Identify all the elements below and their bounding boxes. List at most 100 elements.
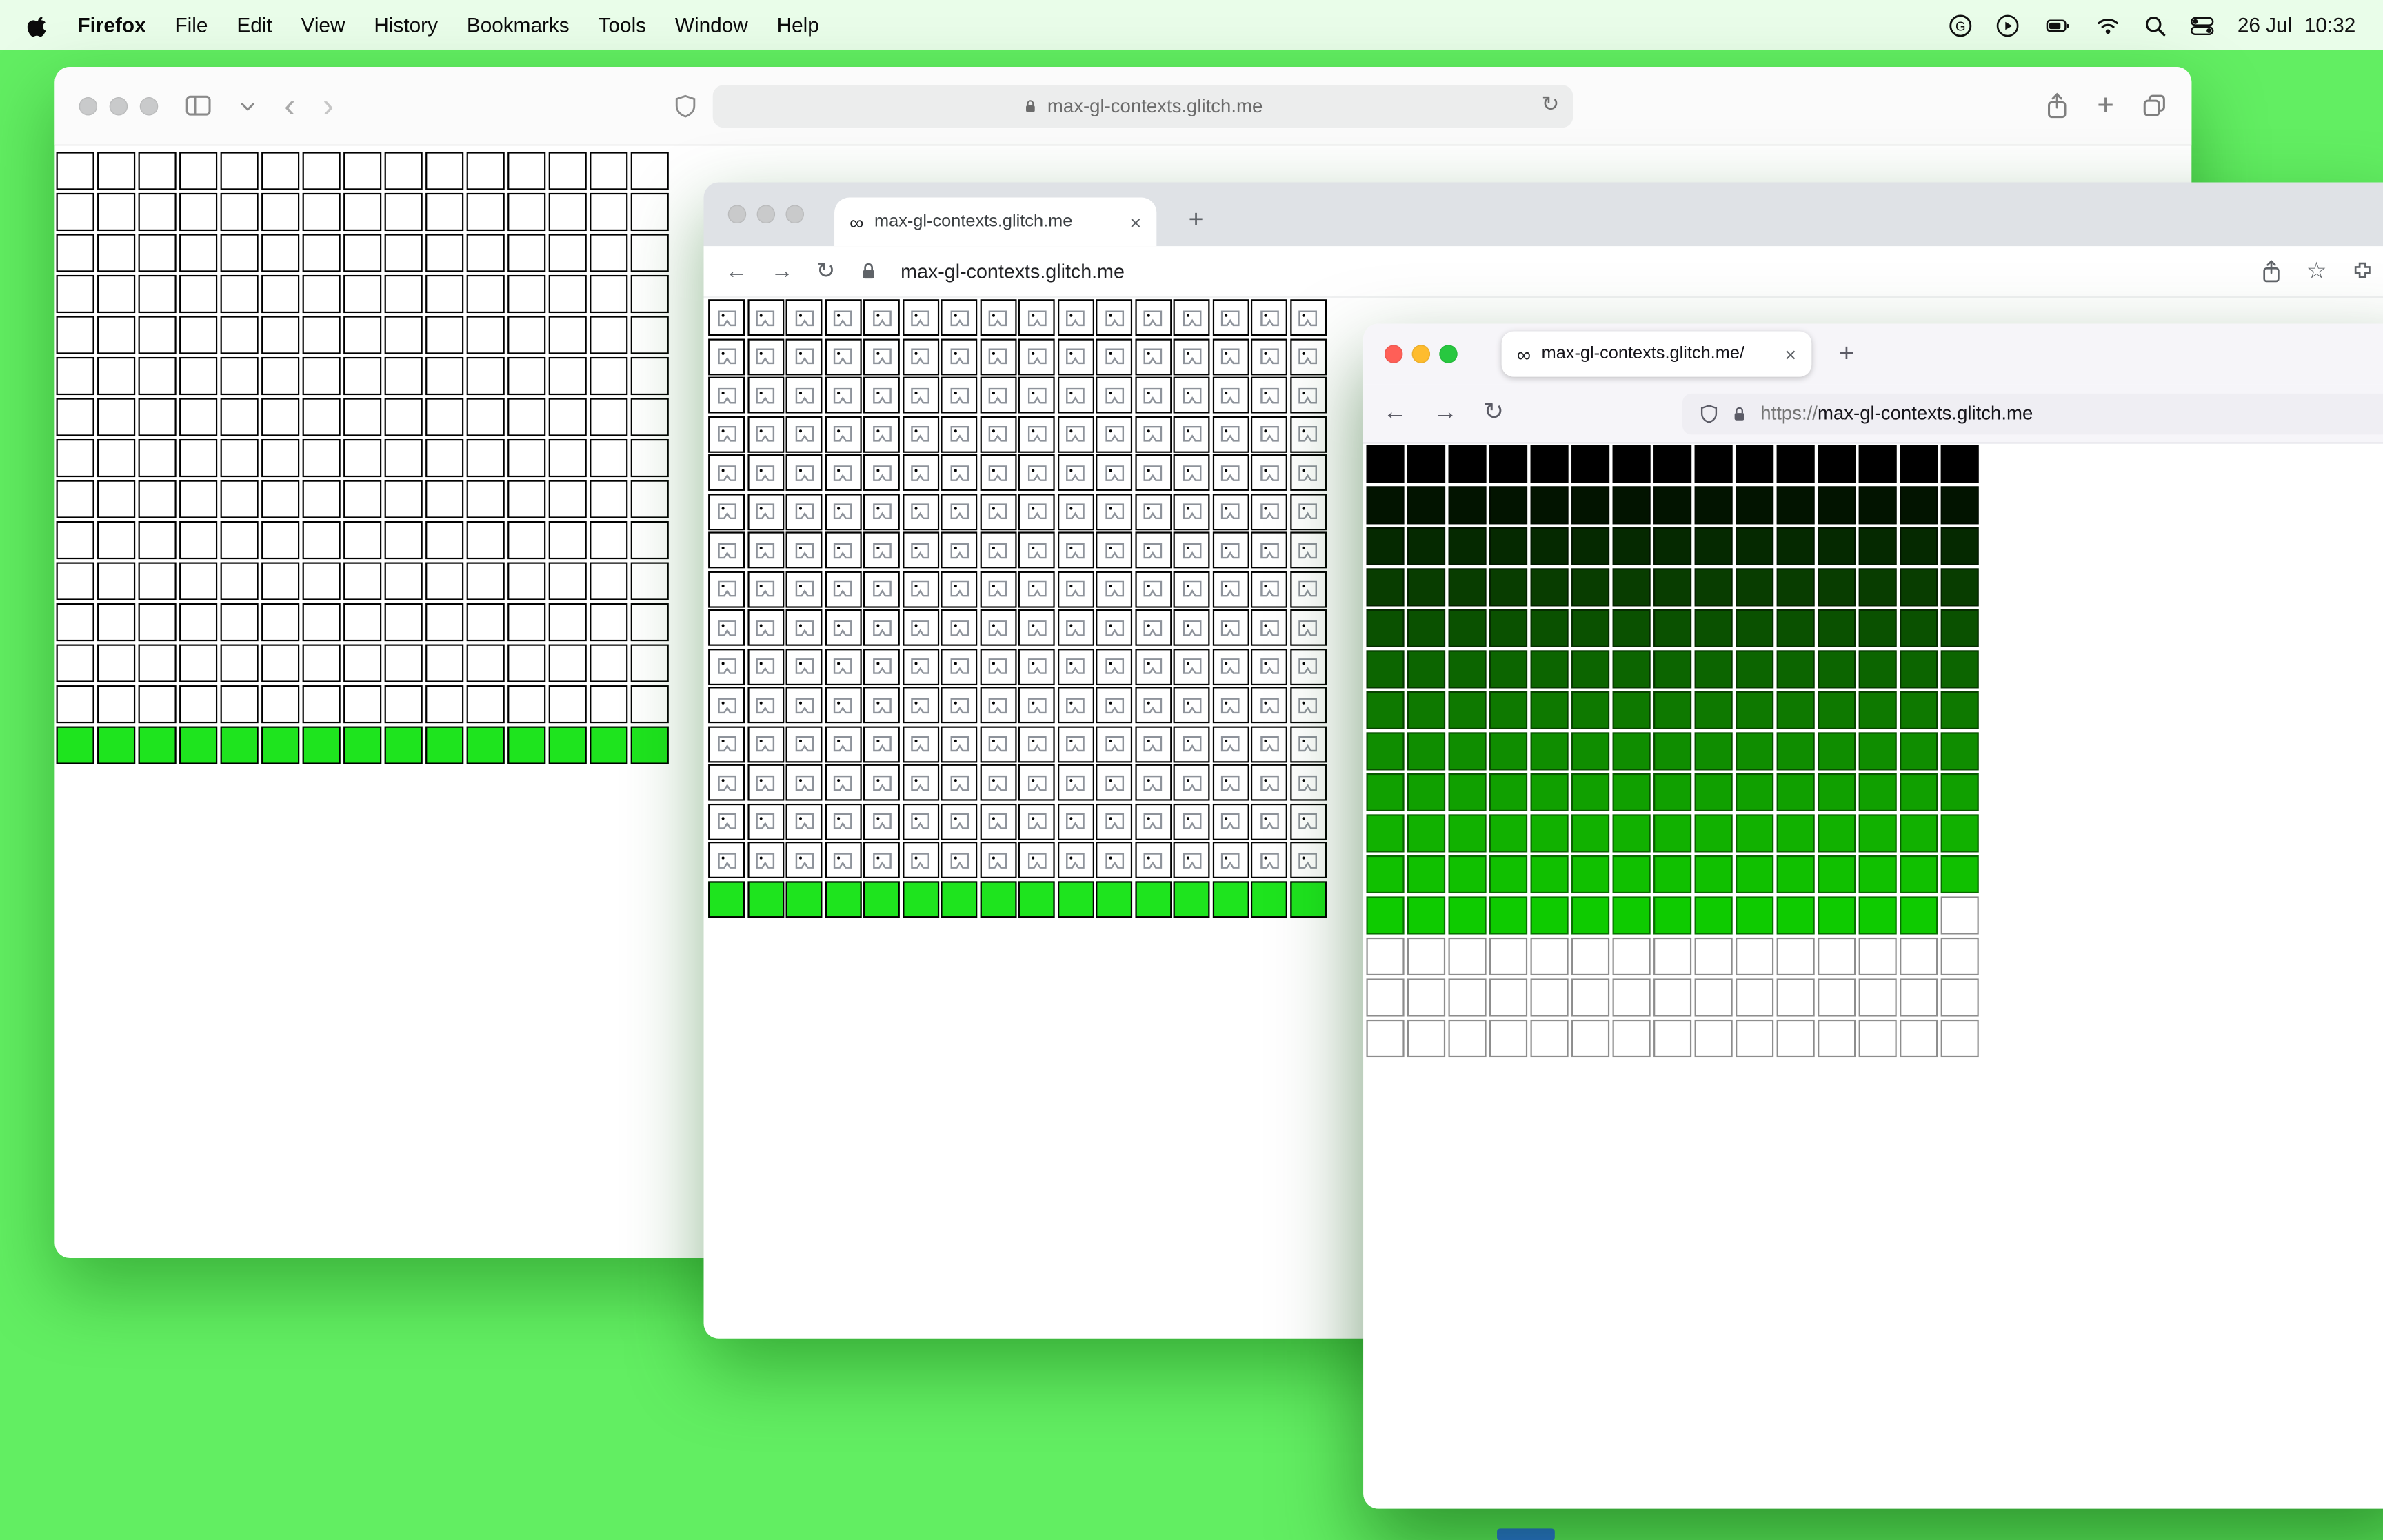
menubar-clock[interactable]: 26 Jul 10:32 <box>2238 14 2356 37</box>
menu-history[interactable]: History <box>374 14 438 37</box>
back-button[interactable]: ‹ <box>284 88 295 122</box>
reload-button[interactable]: ↻ <box>1483 401 1504 425</box>
g-circle-icon[interactable] <box>1949 13 1973 37</box>
battery-icon[interactable] <box>2043 13 2073 37</box>
menu-view[interactable]: View <box>301 14 345 37</box>
menu-app-firefox[interactable]: Firefox <box>77 14 145 37</box>
broken-image-icon <box>949 774 969 791</box>
menu-window[interactable]: Window <box>675 14 748 37</box>
broken-image-icon <box>872 658 892 674</box>
grid-cell <box>1134 764 1172 801</box>
new-tab-button[interactable]: + <box>2097 91 2113 120</box>
broken-image-icon <box>1182 697 1202 713</box>
zoom-window-button[interactable] <box>139 96 159 115</box>
zoom-window-button[interactable] <box>785 205 804 224</box>
broken-image-icon <box>1182 813 1202 829</box>
grid-cell <box>1612 445 1651 483</box>
grid-cell <box>902 687 939 724</box>
privacy-shield-icon[interactable] <box>673 94 697 118</box>
close-window-button[interactable] <box>79 96 98 115</box>
control-center-icon[interactable] <box>2190 13 2214 37</box>
grid-cell <box>590 644 628 682</box>
lock-icon[interactable] <box>1731 405 1748 421</box>
grid-cell <box>747 609 784 646</box>
close-window-button[interactable] <box>727 205 747 224</box>
address-bar[interactable]: max-gl-contexts.glitch.me <box>901 260 1125 283</box>
reload-button[interactable]: ↻ <box>816 260 836 283</box>
address-bar[interactable]: max-gl-contexts.glitch.me ↻ <box>712 84 1573 128</box>
sidebar-toggle-icon[interactable] <box>185 92 211 118</box>
tab-max-gl-contexts[interactable]: ∞ max-gl-contexts.glitch.me × <box>834 197 1157 247</box>
menu-bookmarks[interactable]: Bookmarks <box>467 14 570 37</box>
grid-cell <box>425 398 464 436</box>
grid-cell <box>548 234 587 272</box>
tracking-shield-icon[interactable] <box>1700 403 1720 423</box>
grid-cell <box>1489 732 1528 771</box>
forward-button[interactable]: › <box>323 88 334 122</box>
new-tab-button[interactable]: + <box>1178 202 1214 239</box>
menu-edit[interactable]: Edit <box>237 14 272 37</box>
wifi-icon[interactable] <box>2096 13 2120 37</box>
zoom-window-button[interactable] <box>1439 345 1458 363</box>
back-button[interactable]: ← <box>725 260 747 283</box>
lock-icon[interactable] <box>858 261 878 281</box>
broken-image-icon <box>1027 580 1047 597</box>
share-icon[interactable] <box>2044 92 2069 118</box>
grid-cell <box>220 521 259 560</box>
traffic-lights[interactable] <box>1384 345 1458 363</box>
menu-help[interactable]: Help <box>777 14 819 37</box>
broken-image-icon <box>1182 348 1202 365</box>
grid-cell <box>1653 609 1692 647</box>
tab-overview-icon[interactable] <box>2142 92 2167 118</box>
grid-cell <box>1250 609 1287 646</box>
broken-image-icon <box>1104 658 1124 674</box>
reload-icon[interactable]: ↻ <box>1542 90 1560 116</box>
apple-menu[interactable] <box>28 13 49 37</box>
broken-image-icon <box>1065 619 1085 636</box>
broken-image-icon <box>949 851 969 868</box>
grid-cell <box>1818 855 1856 894</box>
minimize-window-button[interactable] <box>1411 345 1431 363</box>
grid-cell <box>1612 691 1651 729</box>
forward-button[interactable]: → <box>770 260 793 283</box>
broken-image-icon <box>949 658 969 674</box>
play-circle-icon[interactable] <box>1995 13 2020 37</box>
grid-cell <box>1858 773 1897 811</box>
address-bar[interactable]: https://max-gl-contexts.glitch.me <box>1682 392 2383 434</box>
traffic-lights[interactable] <box>79 96 159 115</box>
grid-cell <box>343 480 382 518</box>
broken-image-icon <box>1065 464 1085 480</box>
grid-cell <box>590 192 628 232</box>
chevron-down-icon[interactable] <box>239 98 257 113</box>
grid-cell <box>1289 338 1327 375</box>
grid-cell <box>1530 855 1569 894</box>
tab-close-icon[interactable]: × <box>1785 344 1797 364</box>
grid-cell <box>1211 338 1249 375</box>
grid-cell <box>1056 338 1094 375</box>
grid-cell <box>630 521 669 560</box>
menu-file[interactable]: File <box>175 14 208 37</box>
spotlight-search-icon[interactable] <box>2143 13 2167 37</box>
share-icon[interactable] <box>2259 260 2282 283</box>
forward-button[interactable]: → <box>1433 401 1457 425</box>
minimize-window-button[interactable] <box>756 205 776 224</box>
new-tab-button[interactable]: + <box>1829 336 1865 372</box>
grid-cell <box>590 726 628 764</box>
grid-cell <box>1530 814 1569 853</box>
grid-cell <box>824 493 861 530</box>
minimize-window-button[interactable] <box>109 96 128 115</box>
extensions-puzzle-icon[interactable] <box>2351 260 2374 283</box>
back-button[interactable]: ← <box>1383 401 1407 425</box>
broken-image-icon <box>716 503 736 520</box>
tab-max-gl-contexts[interactable]: ∞ max-gl-contexts.glitch.me/ × <box>1501 331 1812 377</box>
grid-cell <box>1018 531 1055 569</box>
broken-image-icon <box>1104 425 1124 442</box>
bookmark-star-icon[interactable]: ☆ <box>2306 260 2327 283</box>
url-text: max-gl-contexts.glitch.me <box>1047 94 1263 116</box>
grid-cell <box>785 687 823 724</box>
grid-cell <box>1096 454 1133 491</box>
tab-close-icon[interactable]: × <box>1130 212 1142 232</box>
traffic-lights[interactable] <box>727 205 804 224</box>
close-window-button[interactable] <box>1384 345 1403 363</box>
menu-tools[interactable]: Tools <box>599 14 646 37</box>
